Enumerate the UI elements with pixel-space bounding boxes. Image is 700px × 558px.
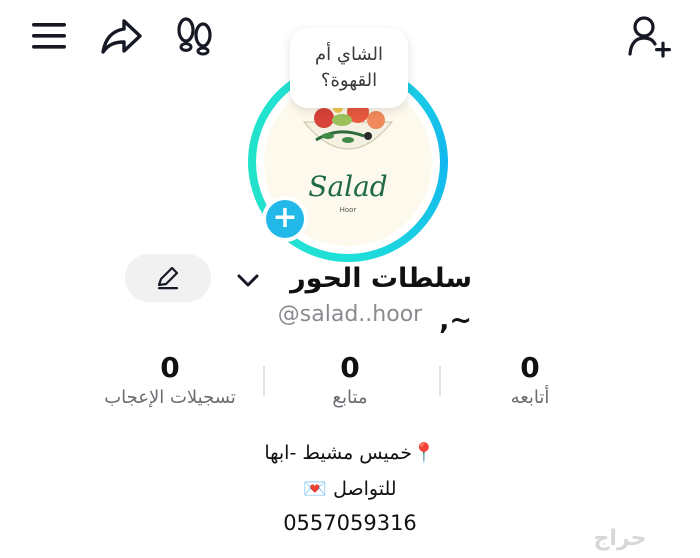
menu-icon[interactable] bbox=[30, 18, 70, 54]
following-count: 0 bbox=[340, 351, 360, 384]
stat-following[interactable]: 0 متابع bbox=[260, 350, 440, 410]
bio-phone[interactable]: 0557059316 bbox=[200, 510, 500, 536]
note-bubble[interactable]: الشاي أم القهوة؟ bbox=[290, 28, 408, 108]
bio-contact: للتواصل 💌 bbox=[303, 478, 397, 500]
add-story-button[interactable]: + bbox=[262, 196, 308, 242]
display-name: سلطات الحور ~, bbox=[290, 263, 472, 336]
following-label: متابع bbox=[332, 387, 368, 408]
username: @salad..hoor bbox=[277, 302, 423, 327]
chevron-down-icon[interactable] bbox=[236, 268, 260, 292]
followers-label: أتابعه bbox=[510, 387, 550, 408]
add-user-icon[interactable] bbox=[626, 14, 672, 58]
likes-label: تسجيلات الإعجاب bbox=[104, 387, 236, 408]
stat-followers[interactable]: 0 أتابعه bbox=[440, 350, 620, 410]
note-line-2: القهوة؟ bbox=[320, 70, 378, 91]
likes-count: 0 bbox=[160, 351, 180, 384]
stat-likes[interactable]: 0 تسجيلات الإعجاب bbox=[80, 350, 260, 410]
pencil-icon bbox=[157, 266, 179, 290]
edit-profile-button[interactable] bbox=[125, 254, 211, 302]
bio-location: 📍خميس مشيط -ابها bbox=[264, 442, 436, 464]
footsteps-icon[interactable] bbox=[174, 16, 216, 56]
share-icon[interactable] bbox=[100, 16, 144, 56]
plus-icon: + bbox=[266, 200, 304, 238]
watermark: حراج bbox=[593, 526, 647, 551]
profile-name-row[interactable]: سلطات الحور ~, bbox=[236, 258, 476, 336]
note-line-1: الشاي أم bbox=[315, 44, 383, 65]
followers-count: 0 bbox=[520, 351, 540, 384]
